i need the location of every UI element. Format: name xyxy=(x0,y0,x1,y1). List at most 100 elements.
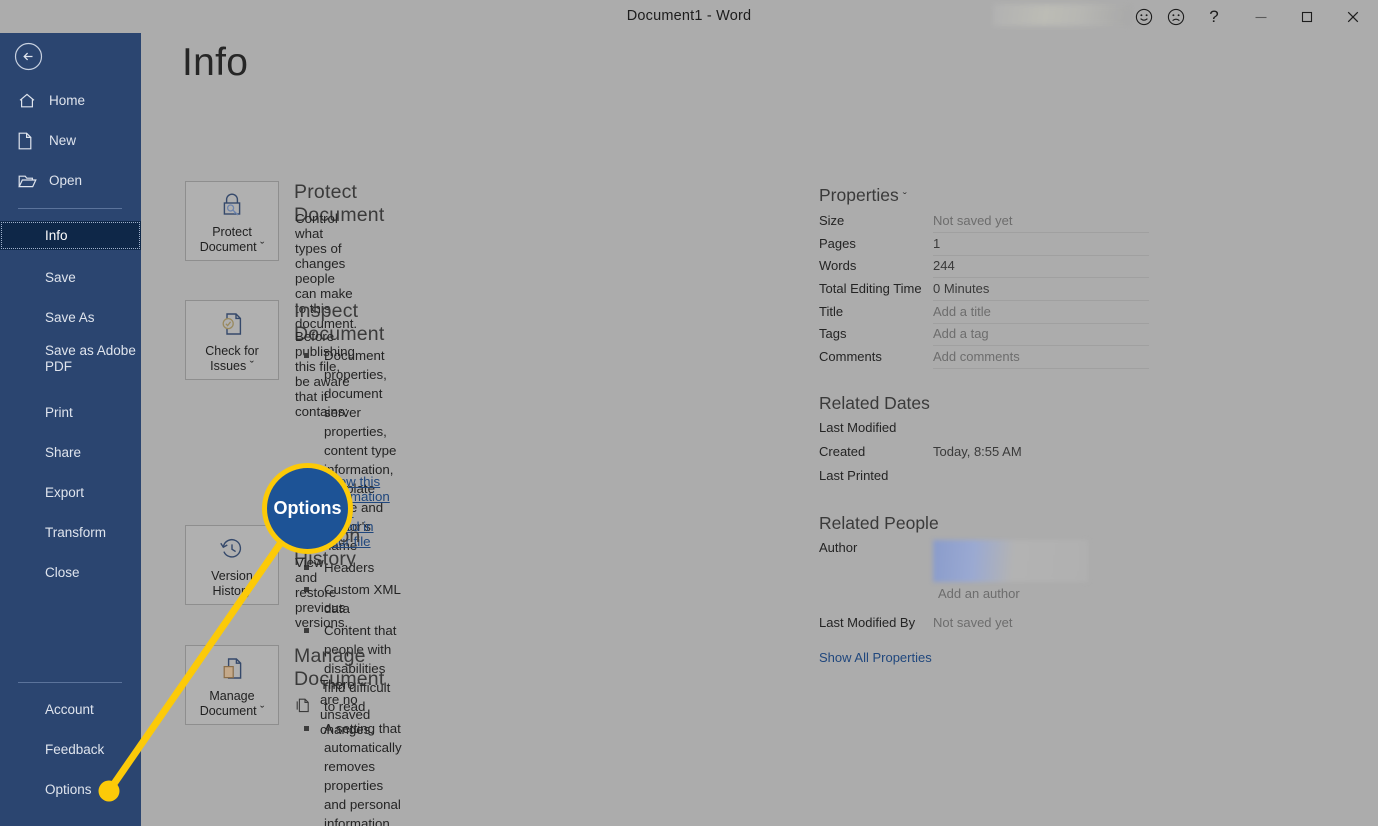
property-row-pages: Pages 1 xyxy=(819,236,1149,259)
check-for-issues-button-label: Check for Issues ˇ xyxy=(205,343,259,373)
property-label: Created xyxy=(819,443,866,459)
sidebar-item-label: Transform xyxy=(45,524,107,540)
property-value[interactable]: 244 xyxy=(933,258,1149,279)
new-file-icon xyxy=(18,132,40,150)
protect-document-button-label: Protect Document ˇ xyxy=(199,224,265,254)
account-name-blurred xyxy=(993,4,1131,26)
property-row-created: Created Today, 8:55 AM xyxy=(819,444,1149,468)
unsaved-changes-icon xyxy=(295,697,311,717)
folder-icon xyxy=(18,172,40,190)
property-value[interactable]: 1 xyxy=(933,236,1149,256)
property-row-title: Title Add a title xyxy=(819,304,1149,327)
page-title: Info xyxy=(182,41,249,84)
property-row-last-modified-by: Last Modified By Not saved yet xyxy=(819,615,1149,639)
property-value[interactable]: Add a tag xyxy=(933,326,1149,347)
sidebar-item-account[interactable]: Account xyxy=(0,695,141,724)
sidebar-item-label: Export xyxy=(45,484,85,500)
show-all-properties-link[interactable]: Show All Properties xyxy=(819,650,932,665)
property-label: Title xyxy=(819,303,844,319)
manage-document-button-label: Manage Document ˇ xyxy=(199,688,265,718)
sidebar-item-label: Feedback xyxy=(45,741,105,757)
manage-document-icon xyxy=(217,652,247,686)
back-arrow-icon[interactable] xyxy=(14,42,43,71)
protect-document-button[interactable]: Protect Document ˇ xyxy=(185,181,279,261)
property-label: Last Modified xyxy=(819,419,897,435)
add-author-field[interactable]: Add an author xyxy=(933,586,1149,605)
property-row-comments: Comments Add comments xyxy=(819,349,1149,372)
backstage-navigation-sidebar: Home New Open Info Save Save As Save as … xyxy=(0,0,141,826)
help-icon[interactable]: ? xyxy=(1199,4,1229,30)
maximize-button[interactable] xyxy=(1292,4,1322,30)
sidebar-divider-bottom xyxy=(18,682,122,683)
property-value[interactable]: 0 Minutes xyxy=(933,281,1149,302)
property-value[interactable]: Not saved yet xyxy=(933,213,1149,233)
sidebar-item-save-as[interactable]: Save As xyxy=(0,303,141,332)
sidebar-item-info[interactable]: Info xyxy=(0,221,141,250)
word-backstage-info-screen: Document1 - Word ? Home New Open Info Sa… xyxy=(0,0,1378,826)
sidebar-item-label: Home xyxy=(49,92,86,108)
property-value[interactable]: Add a title xyxy=(933,304,1149,324)
frowning-face-icon[interactable] xyxy=(1161,4,1191,30)
sidebar-item-print[interactable]: Print xyxy=(0,398,141,427)
property-label: Author xyxy=(819,539,858,555)
property-label: Tags xyxy=(819,326,847,342)
author-avatar-blurred xyxy=(933,539,1088,582)
property-label: Comments xyxy=(819,349,882,365)
manage-document-status-text: There are no unsaved changes. xyxy=(320,677,374,737)
version-history-button[interactable]: Version History xyxy=(185,525,279,605)
chevron-down-icon: ˇ xyxy=(902,190,907,204)
property-row-words: Words 244 xyxy=(819,258,1149,281)
sidebar-item-label: Account xyxy=(45,701,94,717)
properties-heading-label: Properties xyxy=(819,185,899,205)
sidebar-item-transform[interactable]: Transform xyxy=(0,518,141,547)
property-value[interactable]: Add comments xyxy=(933,349,1149,370)
sidebar-item-label: Save As xyxy=(45,309,95,325)
property-row-tags: Tags Add a tag xyxy=(819,326,1149,349)
home-icon xyxy=(18,92,40,110)
related-people-heading: Related People xyxy=(819,512,939,533)
related-dates-heading: Related Dates xyxy=(819,392,930,413)
property-row-last-modified: Last Modified xyxy=(819,420,1149,444)
smiley-face-icon[interactable] xyxy=(1129,4,1159,30)
sidebar-item-export[interactable]: Export xyxy=(0,478,141,507)
sidebar-item-label: New xyxy=(49,132,77,148)
sidebar-item-label: Info xyxy=(45,227,68,243)
sidebar-divider-top xyxy=(18,208,122,209)
sidebar-item-label: Close xyxy=(45,564,80,580)
sidebar-item-new[interactable]: New xyxy=(0,126,141,155)
sidebar-item-options[interactable]: Options xyxy=(0,775,141,804)
sidebar-item-save-as-adobe-pdf[interactable]: Save as Adobe PDF xyxy=(0,343,141,387)
sidebar-item-save[interactable]: Save xyxy=(0,263,141,292)
sidebar-item-open[interactable]: Open xyxy=(0,166,141,195)
property-label: Pages xyxy=(819,235,856,251)
property-value xyxy=(933,420,1149,439)
version-history-description: View and restore previous versions. xyxy=(295,555,349,630)
property-row-total-editing-time: Total Editing Time 0 Minutes xyxy=(819,281,1149,304)
properties-heading[interactable]: Properties ˇ xyxy=(819,185,907,206)
manage-document-button[interactable]: Manage Document ˇ xyxy=(185,645,279,725)
sidebar-item-label: Save xyxy=(45,269,76,285)
sidebar-item-home[interactable]: Home xyxy=(0,86,141,115)
property-row-last-printed: Last Printed xyxy=(819,468,1149,492)
minimize-button[interactable] xyxy=(1246,4,1276,30)
sidebar-item-close[interactable]: Close xyxy=(0,558,141,587)
sidebar-item-share[interactable]: Share xyxy=(0,438,141,467)
check-for-issues-button[interactable]: Check for Issues ˇ xyxy=(185,300,279,380)
sidebar-item-label: Options xyxy=(45,781,92,797)
close-button[interactable] xyxy=(1338,4,1368,30)
property-row-size: Size Not saved yet xyxy=(819,213,1149,236)
property-value: Today, 8:55 AM xyxy=(933,443,1022,459)
sidebar-item-label: Print xyxy=(45,404,73,420)
sidebar-item-label: Share xyxy=(45,444,82,460)
manage-document-status-row: There are no unsaved changes. xyxy=(295,677,374,737)
version-history-button-label: Version History xyxy=(211,568,253,598)
properties-panel: Properties ˇ Size Not saved yet Pages 1 W… xyxy=(819,185,1149,667)
property-label: Last Printed xyxy=(819,467,889,483)
property-label: Last Modified By xyxy=(819,614,916,630)
property-value: Not saved yet xyxy=(933,614,1013,630)
document-check-icon xyxy=(217,307,247,341)
property-label: Words xyxy=(819,258,857,274)
sidebar-item-feedback[interactable]: Feedback xyxy=(0,735,141,764)
title-bar: Document1 - Word ? xyxy=(0,0,1378,33)
property-label: Total Editing Time xyxy=(819,281,922,297)
